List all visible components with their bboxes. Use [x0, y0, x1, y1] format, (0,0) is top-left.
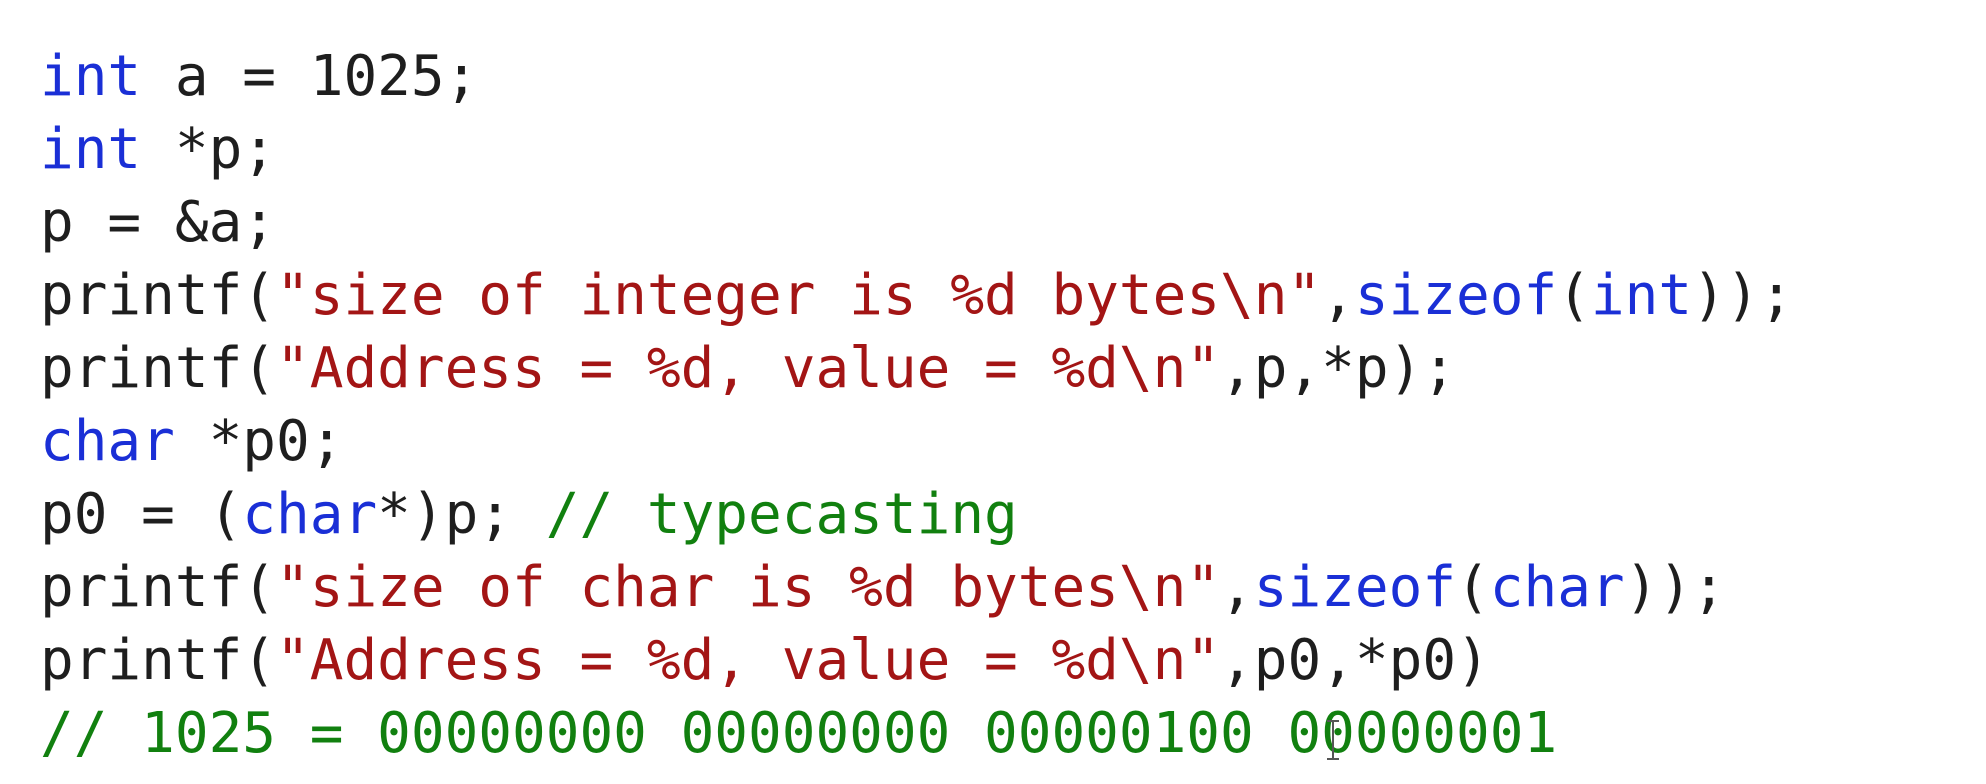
code-line: // 1025 = 00000000 00000000 00000100 000… [40, 697, 1793, 770]
code-line: printf("size of integer is %d bytes\n",s… [40, 259, 1793, 332]
code-editor[interactable]: int a = 1025; int *p; p = &a; printf("size … [0, 0, 1986, 784]
code-token: ,p,*p); [1220, 336, 1457, 401]
code-line: p0 = (char*)p; // typecasting [40, 478, 1793, 551]
code-area[interactable]: int a = 1025; int *p; p = &a; printf("size … [40, 40, 1793, 770]
string-token: "Address = %d, value = %d\n" [276, 336, 1221, 401]
code-line: p = &a; [40, 186, 1793, 259]
code-token: *)p; [377, 482, 546, 547]
string-token: "Address = %d, value = %d\n" [276, 628, 1221, 693]
code-token: , [1220, 555, 1254, 620]
code-line: printf("size of char is %d bytes\n",size… [40, 551, 1793, 624]
code-token: *p; [141, 117, 277, 182]
code-token: )); [1692, 263, 1794, 328]
comment-token: // typecasting [545, 482, 1018, 547]
keyword-token: sizeof [1354, 263, 1558, 328]
code-token: ( [1456, 555, 1490, 620]
keyword-token: int [40, 117, 142, 182]
text-ibeam-cursor-icon [1326, 720, 1340, 760]
code-token: *p0; [174, 409, 344, 474]
keyword-token: char [242, 482, 378, 547]
code-token: ,p0,*p0) [1220, 628, 1490, 693]
string-token: "size of integer is %d bytes\n" [276, 263, 1322, 328]
code-token: printf( [40, 555, 277, 620]
string-token: "size of char is %d bytes\n" [276, 555, 1221, 620]
code-token: p0 = ( [40, 482, 243, 547]
code-token: )); [1624, 555, 1726, 620]
code-token: printf( [40, 628, 277, 693]
keyword-token: int [40, 44, 142, 109]
code-token: , [1321, 263, 1355, 328]
code-token: a = 1025; [141, 44, 479, 109]
keyword-token: char [1489, 555, 1625, 620]
code-line: printf("Address = %d, value = %d\n",p0,*… [40, 624, 1793, 697]
keyword-token: int [1590, 263, 1693, 328]
code-line: printf("Address = %d, value = %d\n",p,*p… [40, 332, 1793, 405]
keyword-token: char [40, 409, 175, 474]
code-token: printf( [40, 263, 277, 328]
code-token: p = &a; [40, 190, 277, 255]
code-token: printf( [40, 336, 277, 401]
code-line: int a = 1025; [40, 40, 1793, 113]
code-line: char *p0; [40, 405, 1793, 478]
keyword-token: sizeof [1253, 555, 1457, 620]
code-line: int *p; [40, 113, 1793, 186]
code-token: ( [1557, 263, 1591, 328]
